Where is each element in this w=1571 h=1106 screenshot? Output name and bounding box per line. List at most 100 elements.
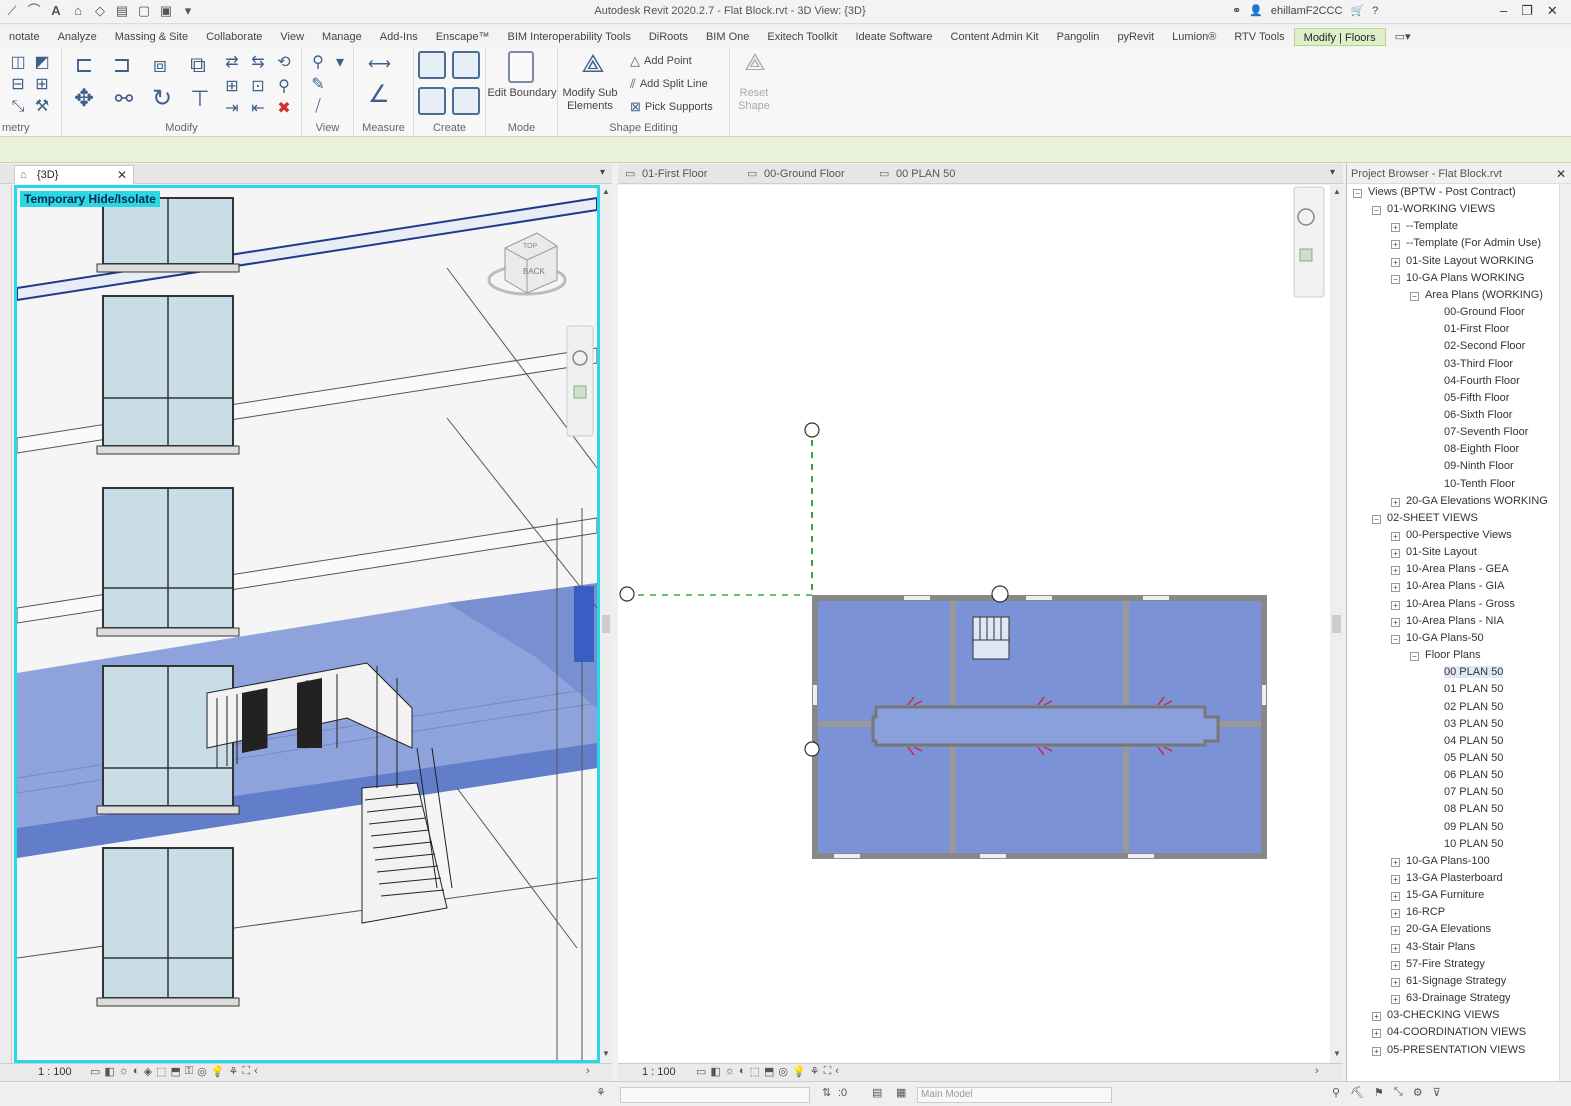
ribbon-tab-14[interactable]: Pangolin [1048,28,1109,46]
sun-path-icon[interactable]: ☼ [119,1065,129,1078]
qat-dropdown-icon[interactable]: ▾ [180,3,196,19]
browser-node[interactable]: 07-Seventh Floor [1429,424,1528,441]
shadows-icon[interactable]: ◐ [133,1065,140,1078]
split-face-icon[interactable]: ⊞ [32,75,52,95]
browser-node[interactable]: +15-GA Furniture [1391,887,1484,904]
ribbon-tab-11[interactable]: Exitech Toolkit [758,28,846,46]
filter-icon[interactable]: ⊽ [1433,1086,1441,1099]
create-group-icon[interactable] [418,87,446,115]
browser-node[interactable]: 04 PLAN 50 [1429,733,1503,750]
drag-elements-icon[interactable]: ⚙ [1413,1086,1423,1099]
browser-node[interactable]: +00-Perspective Views [1391,527,1512,544]
expand-icon[interactable]: + [1391,566,1400,576]
browser-node[interactable]: +16-RCP [1391,904,1445,921]
ribbon-tab-9[interactable]: DiRoots [640,28,697,46]
ribbon-tab-1[interactable]: Analyze [49,28,106,46]
split-icon[interactable]: ⇥ [222,99,242,119]
ribbon-tab-8[interactable]: BIM Interoperability Tools [499,28,640,46]
search-binoculars-icon[interactable]: ⚭ [1232,4,1241,17]
close-icon[interactable]: ✕ [1556,164,1566,184]
browser-node[interactable]: +43-Stair Plans [1391,939,1475,956]
edit-boundary-icon[interactable] [508,51,534,83]
crop-icon[interactable]: ⬚ [750,1065,760,1078]
collapse-icon[interactable]: − [1410,652,1419,662]
scroll-up-icon[interactable]: ▲ [1333,187,1341,196]
browser-node[interactable]: +63-Drainage Strategy [1391,990,1511,1007]
expand-icon[interactable]: + [1391,532,1400,541]
ribbon-tab-17[interactable]: RTV Tools [1225,28,1293,46]
worksharing-icon[interactable]: ⚘ [229,1065,239,1078]
demolish-icon[interactable]: ⚒ [32,97,52,117]
reveal-hidden-icon[interactable]: 💡 [792,1065,806,1078]
ribbon-overflow-icon[interactable]: ▭▾ [1386,28,1420,46]
crop-icon[interactable]: ⬚ [156,1065,166,1078]
left-view-scale[interactable]: 1 : 100 [38,1066,72,1078]
browser-node[interactable]: 02-Second Floor [1429,338,1525,355]
editable-icon[interactable]: ⇅ [822,1086,831,1099]
create-parts-icon[interactable] [452,51,480,79]
scroll-up-icon[interactable]: ▲ [602,187,610,196]
align-icon[interactable]: ⊏ [74,54,94,76]
shadows-icon[interactable]: ◐ [739,1065,746,1078]
ribbon-tab-16[interactable]: Lumion® [1163,28,1225,46]
browser-node[interactable]: −10-GA Plans WORKING [1391,270,1525,287]
browser-node[interactable]: 03 PLAN 50 [1429,716,1503,733]
collapse-icon[interactable]: − [1353,189,1362,198]
section-icon[interactable]: ◇ [92,3,108,19]
expand-icon[interactable]: + [1391,497,1400,507]
select-pinned-icon[interactable]: ⚑ [1374,1086,1384,1099]
tab-plan-50[interactable]: ▭ 00 PLAN 50 [874,165,984,184]
browser-node[interactable]: 02 PLAN 50 [1429,699,1503,716]
ribbon-tab-2[interactable]: Massing & Site [106,28,197,46]
modify-sub-elements-icon[interactable]: ⟁ [578,50,608,83]
hide-icon[interactable]: ⚲ [308,53,328,73]
move-icon[interactable]: ✥ [74,87,94,111]
scroll-left-icon[interactable]: ‹ [835,1065,839,1078]
ribbon-tab-0[interactable]: notate [0,28,49,46]
close-hidden-icon[interactable]: ▢ [136,3,152,19]
ribbon-tab-12[interactable]: Ideate Software [846,28,941,46]
copy-small-icon[interactable]: ⇆ [248,53,268,73]
create-similar-icon[interactable] [452,87,480,115]
tab-close-icon[interactable]: ✕ [117,166,127,185]
join-icon[interactable]: ◫ [8,53,28,73]
browser-node[interactable]: +01-Site Layout [1391,544,1477,561]
scroll-left-icon[interactable]: ‹ [254,1065,258,1078]
expand-icon[interactable]: + [1391,926,1400,936]
dimension-icon[interactable]: ⌒ [26,3,42,19]
expand-icon[interactable]: + [1372,1029,1381,1039]
detail-level-icon[interactable]: ▭ [90,1065,100,1078]
visual-style-icon[interactable]: ◧ [710,1065,720,1078]
close-icon[interactable]: ✕ [1547,3,1558,19]
3d-view-canvas[interactable]: TOP BACK Temporary Hide/Isolate [14,185,600,1063]
browser-node[interactable]: +61-Signage Strategy [1391,973,1506,990]
copy-icon[interactable]: ⚯ [114,88,134,110]
browser-node[interactable]: 10 PLAN 50 [1429,836,1503,853]
add-point-button[interactable]: △ Add Point [630,53,692,69]
rotate-small-icon[interactable]: ⟲ [274,53,294,73]
thin-lines-icon[interactable]: ▤ [114,3,130,19]
wall-joins-icon[interactable]: ⊟ [8,75,28,95]
measure-between-icon[interactable]: ⟷ [368,55,391,75]
browser-node[interactable]: 08 PLAN 50 [1429,801,1503,818]
text-icon[interactable]: A [48,3,64,19]
plan-view-scrollbar[interactable]: ▲ ▼ [1330,185,1343,1063]
pin-icon[interactable]: ⚲ [274,77,294,97]
unlock-view-icon[interactable]: ⚿ [185,1065,193,1078]
browser-node[interactable]: 00 PLAN 50 [1429,664,1504,681]
viewcube-back-label[interactable]: BACK [523,267,545,276]
browser-node[interactable]: 01-First Floor [1429,321,1509,338]
model-selector[interactable]: Main Model [917,1087,1112,1103]
browser-node[interactable]: 09-Ninth Floor [1429,458,1514,475]
browser-node[interactable]: +01-Site Layout WORKING [1391,253,1534,270]
collapse-icon[interactable]: − [1372,206,1381,216]
ribbon-tab-3[interactable]: Collaborate [197,28,271,46]
dimension-angle-icon[interactable]: ∠ [368,83,390,107]
expand-icon[interactable]: + [1391,943,1400,953]
browser-node[interactable]: +10-Area Plans - GIA [1391,578,1504,595]
exclude-options-icon[interactable]: ▦ [896,1086,906,1099]
expand-icon[interactable]: + [1391,892,1400,902]
browser-node[interactable]: 05-Fifth Floor [1429,390,1509,407]
plan-view-canvas[interactable] [618,185,1330,1063]
design-options-icon[interactable]: ▤ [872,1086,882,1099]
